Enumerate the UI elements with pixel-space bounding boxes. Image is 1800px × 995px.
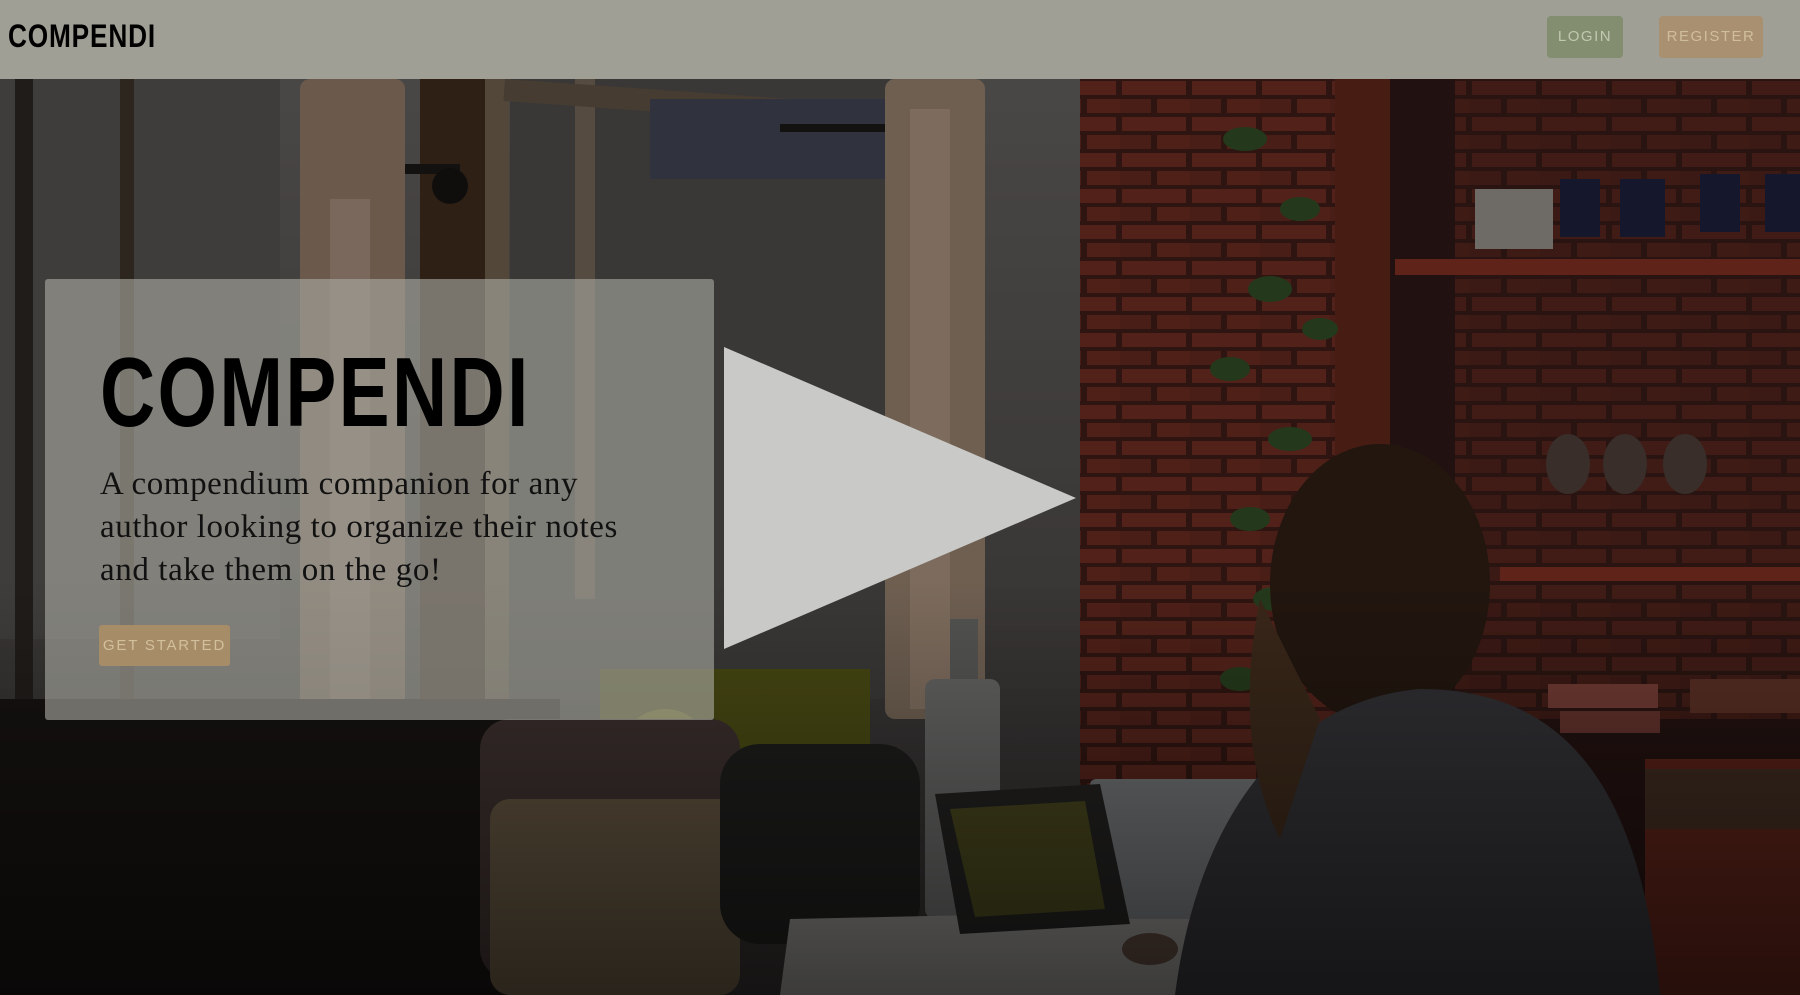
login-button[interactable]: LOGIN xyxy=(1547,16,1623,58)
top-navbar: COMPENDI LOGIN REGISTER xyxy=(0,0,1800,79)
hero-title: COMPENDI xyxy=(100,337,531,447)
hero-card: COMPENDI A compendium companion for any … xyxy=(45,279,714,720)
play-icon[interactable] xyxy=(724,347,1076,649)
register-button[interactable]: REGISTER xyxy=(1659,16,1763,58)
get-started-button[interactable]: GET STARTED xyxy=(99,625,230,666)
hero-subtitle: A compendium companion for any author lo… xyxy=(100,466,618,588)
brand-logo[interactable]: COMPENDI xyxy=(8,15,156,57)
